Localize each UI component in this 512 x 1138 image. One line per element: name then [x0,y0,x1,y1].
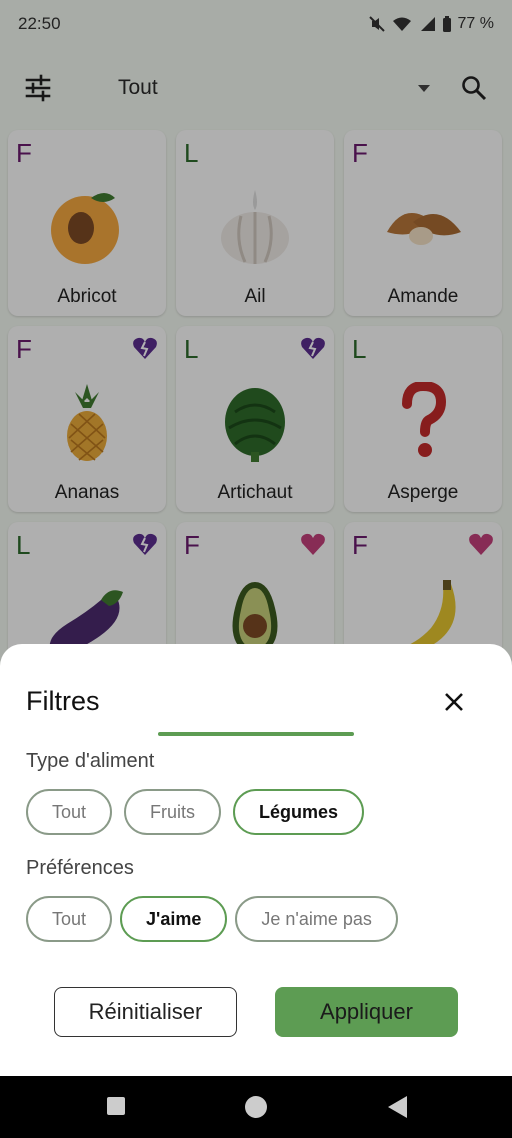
drag-handle[interactable] [158,732,354,736]
chip-fruits[interactable]: Fruits [124,789,222,835]
recents-icon[interactable] [106,1096,126,1116]
food-type-chips: Tout Fruits Légumes [26,789,365,835]
chip-jaime[interactable]: J'aime [120,896,228,942]
system-nav-bar [0,1076,512,1138]
sheet-title: Filtres [26,686,100,716]
close-icon[interactable] [440,688,468,716]
preference-chips: Tout J'aime Je n'aime pas [26,896,398,942]
food-type-label: Type d'aliment [26,750,155,772]
chip-tout[interactable]: Tout [26,789,113,835]
home-icon[interactable] [244,1095,268,1119]
back-icon[interactable] [387,1096,407,1118]
chip-pref-tout[interactable]: Tout [26,896,113,942]
chip-legumes[interactable]: Légumes [233,789,365,835]
app-screen: 22:50 77 % Tout F Abricot L Ail F Amande… [0,0,512,1076]
preferences-label: Préférences [26,857,134,879]
filters-sheet: Filtres Type d'aliment Tout Fruits Légum… [0,644,512,1076]
apply-button[interactable]: Appliquer [275,987,458,1037]
reset-button[interactable]: Réinitialiser [54,987,237,1037]
chip-je-naime-pas[interactable]: Je n'aime pas [235,896,398,942]
